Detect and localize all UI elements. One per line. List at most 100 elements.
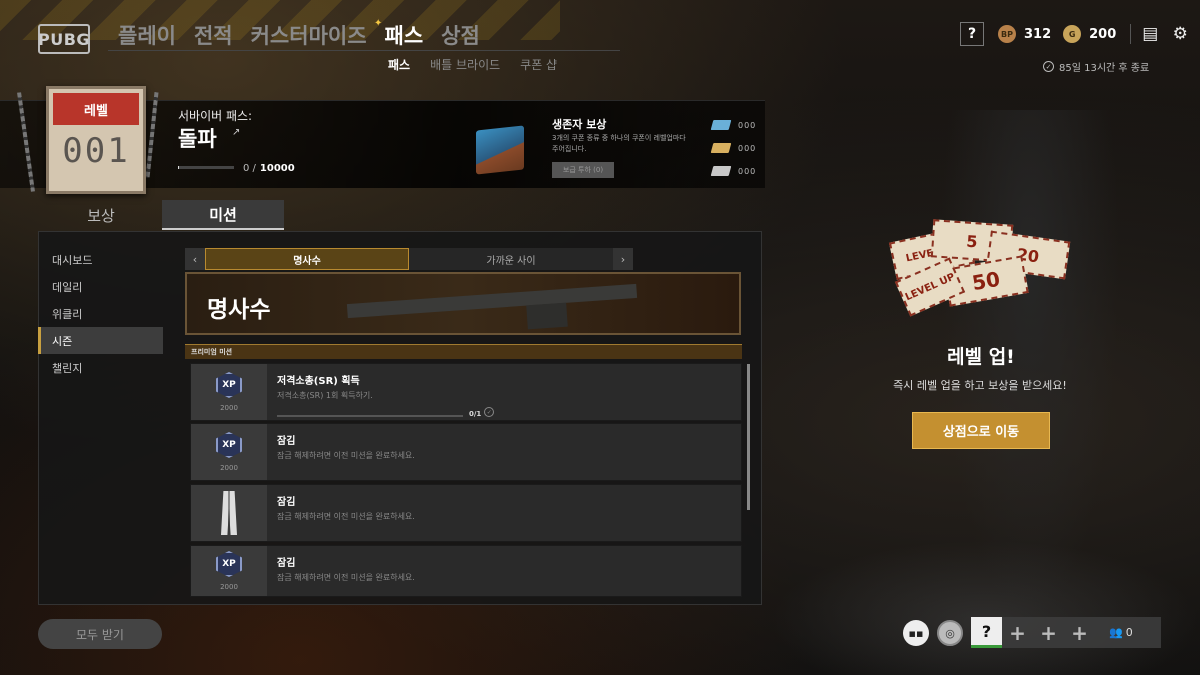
timer-text: 85일 13시간 후 종료 — [1059, 63, 1150, 74]
squad-slot-self[interactable]: ? — [971, 617, 1002, 648]
gear-icon[interactable]: ⚙ — [1169, 23, 1191, 45]
nav-play[interactable]: 플레이 — [118, 20, 176, 50]
pass-progress-fill — [178, 166, 180, 169]
nav-pass[interactable]: 패스 — [385, 20, 424, 50]
pass-label: 서바이버 패스: — [178, 109, 253, 123]
external-link-icon[interactable]: ↗ — [232, 127, 240, 138]
go-to-store-button[interactable]: 상점으로 이동 — [912, 412, 1050, 449]
g-coin-value: 200 — [1089, 26, 1117, 42]
coupon-blue: 000 — [710, 120, 756, 130]
level-number: 001 — [62, 131, 130, 171]
supply-crate-image — [476, 125, 524, 175]
xp-icon: XP — [216, 551, 242, 577]
level-label: 레벨 — [53, 93, 139, 125]
mission-info: 잠김 잠금 해제하려면 이전 미션을 완료하세요. — [267, 424, 415, 480]
level-card: 레벨 001 — [46, 86, 146, 194]
mission-points: 2000 — [220, 464, 238, 472]
mission-reward-thumb: XP 2000 — [191, 424, 267, 480]
pubg-logo[interactable]: PUBG — [38, 24, 90, 54]
supply-drop-button[interactable]: 보급 투하 (0) — [552, 162, 614, 178]
rubble — [770, 540, 1200, 675]
coupon-gold: 000 — [710, 143, 756, 153]
friends-count: 0 — [1125, 626, 1133, 639]
nav-store[interactable]: 상점 — [441, 20, 480, 50]
tab-rewards[interactable]: 보상 — [40, 200, 162, 230]
mission-title: 저격소총(SR) 획득 — [277, 376, 360, 387]
sidebar-item-daily[interactable]: 데일리 — [38, 273, 163, 300]
mission-reward-thumb: XP 2000 — [191, 546, 267, 596]
claim-all-button[interactable]: 모두 받기 — [38, 619, 162, 649]
mission-points: 2000 — [220, 404, 238, 412]
sub-nav: 패스 배틀 브라이드 쿠폰 샵 — [388, 56, 557, 73]
main-nav: 플레이 전적 커스터마이즈 패스 상점 ✦ — [118, 18, 480, 50]
subnav-battle-bride[interactable]: 배틀 브라이드 — [430, 56, 500, 73]
xp-icon: XP — [216, 432, 242, 458]
chat-icon[interactable]: ▪▪ — [903, 620, 929, 646]
mission-count: 0/1 — [469, 410, 482, 418]
coupon-silver: 000 — [710, 166, 756, 176]
promo-desc: 즉시 레벨 업을 하고 보상을 받으세요! — [893, 379, 1067, 392]
subnav-pass[interactable]: 패스 — [388, 56, 410, 73]
g-coin-icon: G — [1063, 25, 1082, 43]
mission-desc: 잠금 해제하려면 이전 미션을 완료하세요. — [277, 573, 415, 582]
pass-progress-bar — [178, 166, 234, 169]
mission-row[interactable]: XP 2000 잠김 잠금 해제하려면 이전 미션을 완료하세요. — [190, 545, 742, 597]
check-icon: ✓ — [484, 406, 495, 417]
mission-title: 잠김 — [277, 558, 296, 569]
pass-name: 돌파 — [178, 127, 217, 151]
mission-progress-bar — [277, 414, 463, 417]
sidebar-item-dashboard[interactable]: 대시보드 — [38, 246, 163, 273]
spectate-icon[interactable]: ◎ — [937, 620, 963, 646]
xp-icon: XP — [216, 372, 242, 398]
mission-desc: 잠금 해제하려면 이전 미션을 완료하세요. — [277, 512, 415, 521]
coupon-gold-icon — [710, 143, 732, 153]
next-arrow-icon[interactable]: › — [613, 248, 633, 270]
mission-title: 잠김 — [277, 436, 296, 447]
nav-records[interactable]: 전적 — [194, 20, 233, 50]
pants-icon — [221, 491, 237, 535]
subtab-marksman[interactable]: 명사수 — [205, 248, 409, 270]
rifle-image — [346, 283, 638, 319]
mission-row[interactable]: XP 2000 저격소총(SR) 획득 저격소총(SR) 1회 획득하기. 0/… — [190, 363, 742, 421]
squad-bar: ? + + + 👥 0 — [971, 617, 1161, 648]
coupon-blue-icon — [710, 120, 732, 130]
season-timer: ✓ 85일 13시간 후 종료 — [1043, 59, 1149, 74]
mission-info: 잠김 잠금 해제하려면 이전 미션을 완료하세요. — [267, 546, 415, 596]
news-icon[interactable]: ▤ — [1139, 23, 1161, 45]
sidebar-item-weekly[interactable]: 위클리 — [38, 300, 163, 327]
mission-hero-banner: 명사수 — [185, 272, 741, 335]
hero-title: 명사수 — [207, 297, 271, 323]
sidebar-item-challenge[interactable]: 챌린지 — [38, 354, 163, 381]
add-member-icon[interactable]: + — [1002, 617, 1033, 648]
mission-desc: 저격소총(SR) 1회 획득하기. — [277, 391, 373, 400]
premium-missions-header: 프리미엄 미션 — [185, 344, 742, 359]
main-tabs: 보상 미션 — [40, 200, 284, 230]
promo-title: 레벨 업! — [947, 346, 1015, 368]
missions-scrollbar[interactable] — [747, 364, 750, 510]
mission-sidebar: 대시보드 데일리 위클리 시즌 챌린지 — [38, 246, 163, 381]
bp-icon: BP — [998, 25, 1016, 43]
sidebar-item-season[interactable]: 시즌 — [38, 327, 163, 354]
subtab-close-relationship[interactable]: 가까운 사이 — [409, 248, 613, 270]
add-member-icon[interactable]: + — [1064, 617, 1095, 648]
pass-progress-text: 0 /10000 — [243, 163, 295, 174]
mission-desc: 잠금 해제하려면 이전 미션을 완료하세요. — [277, 451, 415, 460]
add-member-icon[interactable]: + — [1033, 617, 1064, 648]
clock-icon: ✓ — [1043, 61, 1054, 72]
mission-reward-thumb — [191, 485, 267, 541]
people-icon: 👥 — [1109, 626, 1123, 639]
coupon-list: 000 000 000 — [710, 120, 756, 176]
mission-info: 저격소총(SR) 획득 저격소총(SR) 1회 획득하기. 0/1 ✓ — [267, 364, 495, 420]
mission-row[interactable]: 잠김 잠금 해제하려면 이전 미션을 완료하세요. — [190, 484, 742, 542]
nav-customize[interactable]: 커스터마이즈 — [251, 20, 367, 50]
bp-value: 312 — [1024, 26, 1052, 42]
mission-row[interactable]: XP 2000 잠김 잠금 해제하려면 이전 미션을 완료하세요. — [190, 423, 742, 481]
friends-button[interactable]: 👥 0 — [1109, 626, 1133, 639]
subnav-coupon-shop[interactable]: 쿠폰 샵 — [520, 56, 557, 73]
rifle-stock-image — [526, 302, 568, 330]
help-button[interactable]: ? — [960, 22, 984, 46]
top-right-bar: ? BP 312 G 200 ▤ ⚙ — [960, 22, 1191, 46]
tab-missions[interactable]: 미션 — [162, 200, 284, 230]
prev-arrow-icon[interactable]: ‹ — [185, 248, 205, 270]
coupon-silver-icon — [710, 166, 732, 176]
